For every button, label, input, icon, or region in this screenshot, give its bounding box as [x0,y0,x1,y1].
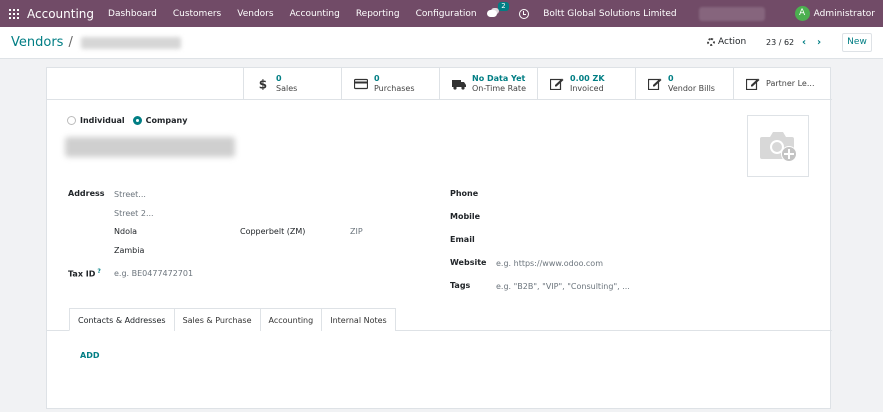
company-label[interactable]: Company [146,116,188,125]
gear-icon [707,38,715,46]
on-time-rate-label: On-Time Rate [472,83,526,93]
email-label: Email [450,235,475,244]
tax-id-label: Tax ID? [68,268,101,279]
user-menu[interactable]: Administrator [814,9,875,19]
pager-value[interactable]: 23 / 62 [766,38,794,47]
chat-count-badge: 2 [498,1,509,11]
address-label: Address [68,189,105,198]
tab-internal-notes[interactable]: Internal Notes [321,308,396,331]
zip-input[interactable]: ZIP [350,227,363,236]
top-navbar: Accounting Dashboard Customers Vendors A… [0,0,883,27]
app-name[interactable]: Accounting [27,7,94,21]
edit-icon [550,78,564,90]
breadcrumb-vendors[interactable]: Vendors [11,35,63,50]
partner-name-field[interactable] [65,137,235,157]
country-select[interactable]: Zambia [114,246,144,255]
tab-contacts-addresses[interactable]: Contacts & Addresses [69,308,175,331]
breadcrumb-current-record [80,36,181,49]
website-label: Website [450,258,487,267]
form-sheet: $ 0 Sales 0 Purchases No Data Yet On-Tim… [46,67,832,409]
invoiced-label: Invoiced [570,83,604,93]
tab-accounting[interactable]: Accounting [259,308,323,331]
tags-label: Tags [450,281,471,290]
website-input[interactable]: e.g. https://www.odoo.com [496,259,603,268]
redacted-field [698,6,765,21]
notebook-tabs: Contacts & Addresses Sales & Purchase Ac… [69,308,396,331]
help-icon[interactable]: ? [97,268,100,275]
invoiced-amount: 0.00 ZK [570,73,605,83]
clock-icon[interactable] [519,8,530,19]
menu-customers[interactable]: Customers [173,9,221,19]
tax-id-input[interactable]: e.g. BE0477472701 [114,269,193,278]
street2-input[interactable]: Street 2... [114,209,154,218]
dollar-icon: $ [259,78,267,90]
vendor-bills-label: Vendor Bills [668,83,715,93]
sales-label: Sales [276,83,298,93]
on-time-rate-value: No Data Yet [472,73,526,83]
avatar[interactable]: A [794,6,810,21]
partner-image-upload[interactable] [747,115,809,177]
individual-label[interactable]: Individual [80,116,125,125]
menu-vendors[interactable]: Vendors [237,9,273,19]
camera-add-icon [760,132,797,162]
street-input[interactable]: Street... [114,190,146,199]
company-radio[interactable] [132,116,142,125]
action-label: Action [718,37,747,47]
vendor-bills-count: 0 [668,73,674,83]
mobile-label: Mobile [450,212,481,221]
edit-icon [746,78,760,90]
city-input[interactable]: Ndola [114,227,137,236]
smart-button-box: $ 0 Sales 0 Purchases No Data Yet On-Tim… [243,68,830,99]
company-type-selector: Individual Company [67,116,195,125]
divider [47,99,832,100]
purchases-label: Purchases [374,83,415,93]
sales-count: 0 [276,73,282,83]
svg-text:$: $ [259,78,267,90]
credit-card-icon [354,78,368,89]
partner-ledger-stat-button[interactable]: Partner Le... [733,68,830,99]
company-switcher[interactable]: Boltt Global Solutions Limited [543,9,676,19]
menu-reporting[interactable]: Reporting [356,9,400,19]
menu-accounting[interactable]: Accounting [290,9,340,19]
sales-stat-button[interactable]: $ 0 Sales [243,68,341,99]
state-select[interactable]: Copperbelt (ZM) [240,227,305,236]
menu-dashboard[interactable]: Dashboard [108,9,157,19]
partner-ledger-label: Partner Le... [766,78,815,88]
vendor-bills-stat-button[interactable]: 0 Vendor Bills [635,68,733,99]
new-button[interactable]: New [842,33,872,52]
breadcrumb-separator: / [68,35,73,50]
control-panel: Vendors / Action 23 / 62 ‹ › New [0,27,883,59]
menu-configuration[interactable]: Configuration [416,9,477,19]
phone-label: Phone [450,189,479,198]
chevron-right-icon[interactable]: › [817,38,821,48]
individual-radio[interactable] [67,116,76,125]
invoiced-stat-button[interactable]: 0.00 ZK Invoiced [537,68,635,99]
truck-icon [452,79,466,90]
tab-sales-purchase[interactable]: Sales & Purchase [173,308,261,331]
apps-menu-icon[interactable] [9,8,19,19]
edit-icon [648,78,662,90]
on-time-rate-stat-button[interactable]: No Data Yet On-Time Rate [439,68,537,99]
purchases-count: 0 [374,73,380,83]
add-contact-button[interactable]: ADD [80,351,99,360]
tags-input[interactable]: e.g. "B2B", "VIP", "Consulting", ... [496,282,630,291]
purchases-stat-button[interactable]: 0 Purchases [341,68,439,99]
chevron-left-icon[interactable]: ‹ [802,38,806,48]
breadcrumb: Vendors / [11,35,181,50]
chat-icon[interactable]: 2 [487,1,509,20]
action-button[interactable]: Action [707,37,746,47]
